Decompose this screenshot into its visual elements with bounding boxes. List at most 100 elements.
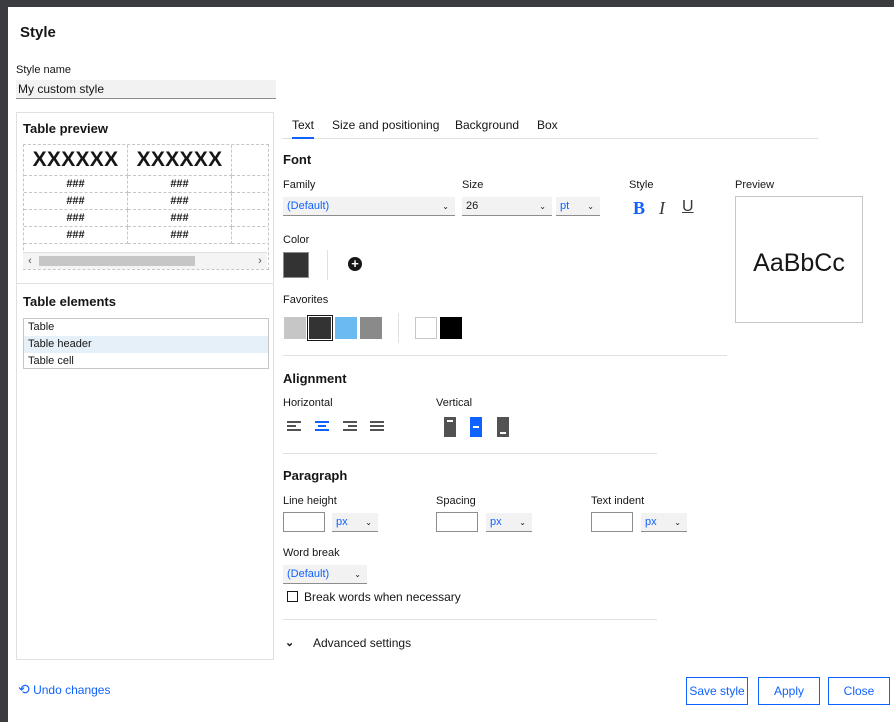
preview-cell[interactable]: ### [24, 192, 128, 210]
tab-background[interactable]: Background [455, 118, 519, 137]
line-height-unit-value: px [336, 516, 348, 528]
favorite-swatch[interactable] [415, 317, 437, 339]
bold-button[interactable]: B [633, 198, 645, 219]
valign-middle-icon[interactable] [470, 417, 482, 437]
color-swatch[interactable] [283, 252, 309, 278]
tab-box[interactable]: Box [537, 118, 558, 137]
valign-bottom-icon[interactable] [497, 417, 509, 437]
style-name-label: Style name [16, 64, 72, 76]
undo-icon: ⟲ [18, 681, 30, 697]
tab-size-and-positioning[interactable]: Size and positioning [332, 118, 439, 137]
preview-cell[interactable]: ### [24, 209, 128, 227]
chevron-down-icon: ⌄ [354, 570, 361, 579]
family-label: Family [283, 179, 316, 191]
text-indent-input[interactable] [591, 512, 633, 532]
preview-cell[interactable]: ### [127, 209, 232, 227]
underline-button[interactable]: U [682, 198, 694, 216]
size-unit-select[interactable]: pt ⌄ [556, 197, 600, 216]
close-button[interactable]: Close [828, 677, 890, 705]
align-left-icon[interactable] [287, 420, 303, 434]
chevron-down-icon: ⌄ [587, 202, 594, 211]
section-divider [283, 355, 727, 356]
preview-header-cell[interactable]: XX [231, 145, 268, 176]
break-words-checkbox[interactable] [287, 591, 298, 602]
tab-bar: Text Size and positioning Background Box [282, 114, 818, 139]
tab-text[interactable]: Text [292, 118, 315, 139]
preview-row: ### ### [24, 192, 268, 210]
word-break-value: (Default) [287, 568, 330, 580]
preview-row: ### ### [24, 209, 268, 227]
table-elements-heading: Table elements [23, 294, 116, 309]
preview-cell[interactable]: ### [127, 226, 232, 244]
preview-cell[interactable]: ### [127, 192, 232, 210]
font-preview-box: AaBbCc [735, 196, 863, 323]
undo-changes-link[interactable]: ⟲ Undo changes [18, 681, 110, 698]
list-item-table[interactable]: Table [24, 319, 268, 336]
preview-row: ### ### [24, 175, 268, 193]
spacing-input[interactable] [436, 512, 478, 532]
table-elements-list: Table Table header Table cell [23, 318, 269, 369]
chevron-down-icon: ⌄ [442, 202, 449, 211]
italic-button[interactable]: I [659, 198, 665, 219]
list-item-table-header[interactable]: Table header [24, 336, 268, 353]
spacing-unit-value: px [490, 516, 502, 528]
preview-header-cell[interactable]: XXXXXX [24, 145, 128, 176]
favorite-swatch[interactable] [360, 317, 382, 339]
chevron-down-icon: ⌄ [539, 202, 546, 211]
preview-cell[interactable] [231, 175, 268, 193]
style-label: Style [629, 179, 654, 191]
alignment-heading: Alignment [283, 371, 347, 386]
preview-label: Preview [735, 179, 775, 191]
align-justify-icon[interactable] [370, 420, 386, 434]
preview-cell[interactable]: ### [127, 175, 232, 193]
favorite-swatch[interactable] [335, 317, 357, 339]
scroll-left-icon[interactable]: ‹ [23, 253, 37, 269]
spacing-unit-select[interactable]: px ⌄ [486, 513, 532, 532]
word-break-select[interactable]: (Default) ⌄ [283, 565, 367, 584]
table-preview-heading: Table preview [23, 121, 109, 136]
color-label: Color [283, 234, 310, 246]
favorite-swatch[interactable] [440, 317, 462, 339]
favorites-label: Favorites [283, 294, 329, 306]
favorite-swatch[interactable] [307, 315, 333, 341]
size-select[interactable]: 26 ⌄ [462, 197, 552, 216]
add-color-icon[interactable]: + [348, 257, 362, 271]
family-select[interactable]: (Default) ⌄ [283, 197, 455, 216]
text-indent-unit-value: px [645, 516, 657, 528]
divider [17, 283, 273, 284]
divider [398, 313, 399, 343]
preview-cell[interactable]: ### [24, 226, 128, 244]
text-indent-unit-select[interactable]: px ⌄ [641, 513, 687, 532]
favorite-swatch[interactable] [284, 317, 306, 339]
line-height-input[interactable] [283, 512, 325, 532]
style-name-input[interactable]: My custom style [16, 80, 276, 99]
line-height-unit-select[interactable]: px ⌄ [332, 513, 378, 532]
dialog-title: Style [20, 24, 56, 41]
scroll-right-icon[interactable]: › [253, 253, 267, 269]
divider [327, 250, 328, 280]
chevron-down-icon[interactable]: ⌄ [285, 636, 294, 649]
font-heading: Font [283, 152, 312, 167]
valign-top-icon[interactable] [444, 417, 456, 437]
left-panel: Table preview XXXXXX XXXXXX XX ### ### #… [16, 112, 274, 660]
advanced-settings-toggle[interactable]: Advanced settings [313, 636, 411, 650]
preview-horizontal-scrollbar[interactable]: ‹ › [23, 252, 267, 269]
preview-cell[interactable] [231, 226, 268, 244]
break-words-label: Break words when necessary [304, 590, 461, 604]
align-right-icon[interactable] [343, 420, 359, 434]
preview-header-row: XXXXXX XXXXXX XX [24, 145, 268, 176]
preview-header-cell[interactable]: XXXXXX [127, 145, 232, 176]
line-height-label: Line height [283, 495, 337, 507]
scrollbar-thumb[interactable] [39, 256, 195, 266]
preview-cell[interactable] [231, 192, 268, 210]
chevron-down-icon: ⌄ [674, 518, 681, 527]
undo-changes-label: Undo changes [33, 683, 111, 697]
preview-cell[interactable]: ### [24, 175, 128, 193]
list-item-table-cell[interactable]: Table cell [24, 353, 268, 370]
section-divider [283, 453, 657, 454]
align-center-icon[interactable] [315, 420, 331, 434]
preview-cell[interactable] [231, 209, 268, 227]
word-break-label: Word break [283, 547, 340, 559]
save-style-button[interactable]: Save style [686, 677, 748, 705]
apply-button[interactable]: Apply [758, 677, 820, 705]
